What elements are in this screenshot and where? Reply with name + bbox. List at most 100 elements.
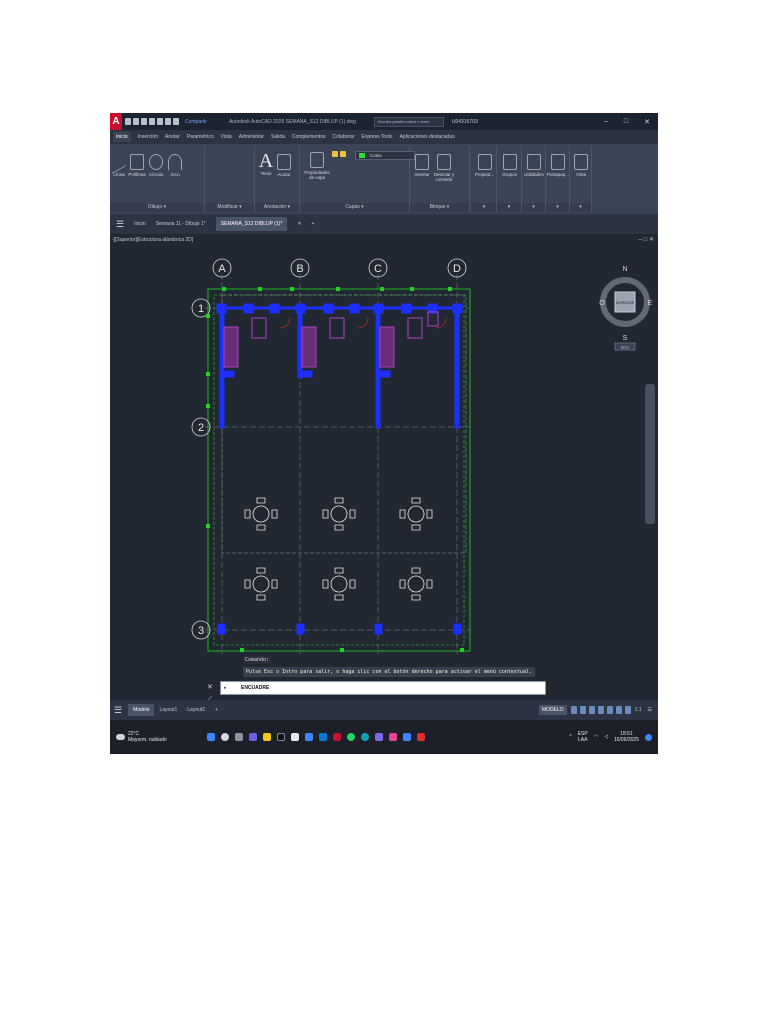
app-icon[interactable] — [416, 733, 425, 741]
ortho-icon[interactable] — [588, 706, 595, 714]
new-icon[interactable] — [125, 118, 131, 125]
file-tab-semana12[interactable]: SEMANA_S12 DIBLUP (1)* — [215, 217, 288, 231]
search-input[interactable]: Escriba palabra clave o frase — [373, 116, 444, 127]
tab-anotar[interactable]: Anotar — [165, 134, 180, 140]
grip[interactable] — [206, 372, 210, 376]
tab-complementos[interactable]: Complementos — [292, 134, 326, 140]
grip[interactable] — [340, 648, 344, 652]
circle-tool[interactable]: Círculo — [147, 154, 165, 177]
dimension-tool[interactable]: Acotar — [275, 154, 293, 177]
grip[interactable] — [206, 524, 210, 528]
store-icon[interactable] — [304, 733, 313, 741]
grip[interactable] — [206, 404, 210, 408]
clipboard-tool[interactable]: Portapap... — [547, 154, 569, 177]
groups-group-label[interactable]: ▾ — [497, 203, 521, 212]
search-icon[interactable] — [220, 733, 229, 741]
autocad-taskbar-icon[interactable] — [332, 733, 341, 741]
notification-icon[interactable] — [645, 733, 652, 741]
annotation-group-label[interactable]: Anotación ▾ — [255, 203, 299, 212]
annotation-visibility-icon[interactable] — [624, 706, 631, 714]
layout-tab-modelo[interactable]: Modelo — [128, 704, 155, 716]
redo-icon[interactable] — [173, 118, 179, 125]
close-tab-icon[interactable]: ✕ — [297, 221, 301, 227]
compass-west[interactable]: O — [599, 300, 605, 307]
grip[interactable] — [290, 287, 294, 291]
print-icon[interactable] — [157, 118, 163, 125]
minimize-icon[interactable]: – — [604, 118, 608, 126]
file-tab-inicio[interactable]: Inicio — [134, 221, 146, 227]
teams-icon[interactable] — [374, 733, 383, 741]
detect-convert-tool[interactable]: Detectar y convertir — [432, 154, 456, 182]
app-icon[interactable] — [290, 733, 299, 741]
model-space-toggle[interactable]: MODELO — [538, 705, 567, 715]
draw-group-label[interactable]: Dibujo ▾ — [110, 203, 204, 212]
layout-tab-layout2[interactable]: Layout2 — [182, 704, 210, 716]
layer-properties-tool[interactable]: Propiedades de capa — [304, 152, 330, 180]
tab-parametrico[interactable]: Paramétrico — [187, 134, 214, 140]
grip[interactable] — [206, 314, 210, 318]
open-icon[interactable] — [133, 118, 139, 125]
grip[interactable] — [336, 287, 340, 291]
layout-tab-layout1[interactable]: Layout1 — [154, 704, 182, 716]
layer-bulb-icon[interactable] — [332, 151, 338, 157]
command-line-input[interactable]: ✕ ⟋ ▸ ENCUADRE — [207, 681, 546, 703]
tab-administrar[interactable]: Administrar — [239, 134, 264, 140]
menu-icon[interactable]: ☰ — [116, 219, 124, 230]
text-tool[interactable]: A Texto — [258, 151, 274, 176]
task-view-icon[interactable] — [234, 733, 243, 741]
explorer-icon[interactable] — [262, 733, 271, 741]
osnap-icon[interactable] — [606, 706, 613, 714]
grip[interactable] — [222, 287, 226, 291]
tab-colaborar[interactable]: Colaborar — [333, 134, 355, 140]
grip[interactable] — [460, 648, 464, 652]
block-group-label[interactable]: Bloque ▾ — [410, 203, 469, 212]
share-button[interactable]: Compartir — [185, 119, 207, 125]
polyline-tool[interactable]: Polilínea — [127, 154, 147, 177]
autocad-logo[interactable]: A — [110, 113, 122, 130]
grip[interactable] — [448, 287, 452, 291]
modify-group-label[interactable]: Modificar ▾ — [205, 203, 254, 212]
tab-insercion[interactable]: Inserción — [138, 134, 158, 140]
tiktok-icon[interactable] — [276, 733, 285, 741]
snap-icon[interactable] — [579, 706, 586, 714]
weather-widget[interactable]: 22°C Mayorm. nublado — [116, 731, 167, 743]
compass-east[interactable]: E — [648, 300, 653, 307]
navigation-bar[interactable] — [645, 384, 655, 524]
grip[interactable] — [240, 648, 244, 652]
new-tab-icon[interactable]: + — [312, 221, 315, 227]
whatsapp-icon[interactable] — [346, 733, 355, 741]
add-layout-icon[interactable]: + — [210, 704, 223, 716]
undo-icon[interactable] — [165, 118, 171, 125]
compass-north[interactable]: N — [622, 266, 627, 273]
saveas-icon[interactable] — [149, 118, 155, 125]
tab-inicio[interactable]: Inicio — [113, 132, 131, 142]
wifi-icon[interactable]: ◠ — [594, 734, 598, 740]
grip[interactable] — [410, 287, 414, 291]
groups-tool[interactable]: Grupos — [498, 154, 521, 177]
user-account[interactable]: U04316703 — [452, 119, 478, 125]
viewcube[interactable]: SUPERIOR N S E O SCU — [599, 266, 653, 351]
annotation-scale[interactable]: 1:1 — [635, 707, 642, 713]
customize-icon[interactable]: ☰ — [648, 707, 652, 713]
current-layer-dropdown[interactable]: Cotas — [355, 151, 415, 160]
lineweight-icon[interactable] — [615, 706, 622, 714]
grip[interactable] — [380, 287, 384, 291]
app-icon[interactable] — [402, 733, 411, 741]
compass-south[interactable]: S — [623, 335, 628, 342]
properties-group-label[interactable]: ▾ — [472, 203, 496, 212]
app-icon[interactable] — [248, 733, 257, 741]
tab-vista[interactable]: Vista — [221, 134, 232, 140]
close-icon[interactable]: ✕ — [644, 118, 650, 126]
tab-salida[interactable]: Salida — [271, 134, 285, 140]
arc-tool[interactable]: Arco — [167, 154, 183, 177]
tab-aplicaciones[interactable]: Aplicaciones destacadas — [400, 134, 455, 140]
view-group-label[interactable]: ▾ — [570, 203, 591, 212]
tab-express-tools[interactable]: Express Tools — [362, 134, 393, 140]
layers-group-label[interactable]: Capas ▾ — [300, 203, 409, 212]
language-indicator[interactable]: ESP LAA — [578, 731, 588, 743]
properties-tool[interactable]: Propied... — [473, 154, 496, 177]
edge-icon[interactable] — [360, 733, 369, 741]
line-tool[interactable]: Línea — [112, 149, 126, 177]
grid-icon[interactable] — [570, 706, 577, 714]
outlook-icon[interactable] — [318, 733, 327, 741]
